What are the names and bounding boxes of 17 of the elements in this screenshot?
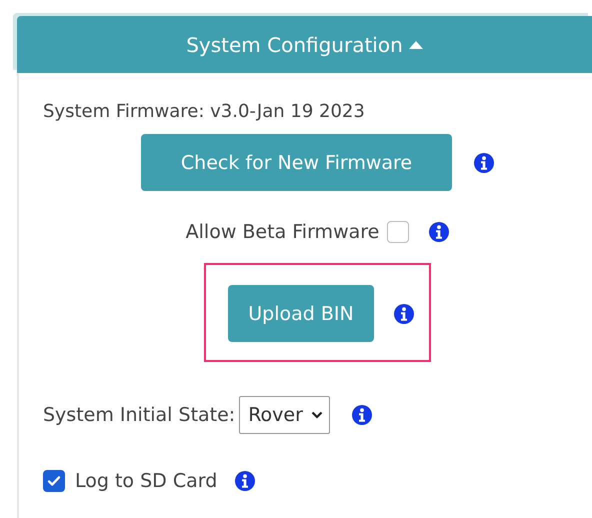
upload-bin-button[interactable]: Upload BIN	[228, 285, 374, 342]
info-icon[interactable]	[235, 471, 256, 491]
initial-state-label: System Initial State:	[43, 404, 236, 426]
checkbox[interactable]	[387, 221, 410, 243]
firmware-version-text: System Firmware: v3.0-Jan 19 2023	[43, 101, 366, 122]
beta-firmware-label: Allow Beta Firmware	[186, 221, 380, 243]
check-firmware-button[interactable]: Check for New Firmware	[141, 134, 452, 191]
info-icon[interactable]	[474, 152, 494, 172]
panel-header[interactable]: System Configuration	[17, 16, 592, 73]
initial-state-dropdown[interactable]: Rover	[239, 396, 330, 434]
chevron-icon	[310, 411, 323, 419]
info-icon[interactable]	[429, 222, 450, 242]
info-icon[interactable]	[352, 405, 372, 425]
log-sd-card-label: Log to SD Card	[75, 470, 218, 492]
info-icon[interactable]	[394, 304, 414, 324]
checkbox[interactable]	[43, 470, 65, 492]
caret-icon	[408, 40, 423, 48]
